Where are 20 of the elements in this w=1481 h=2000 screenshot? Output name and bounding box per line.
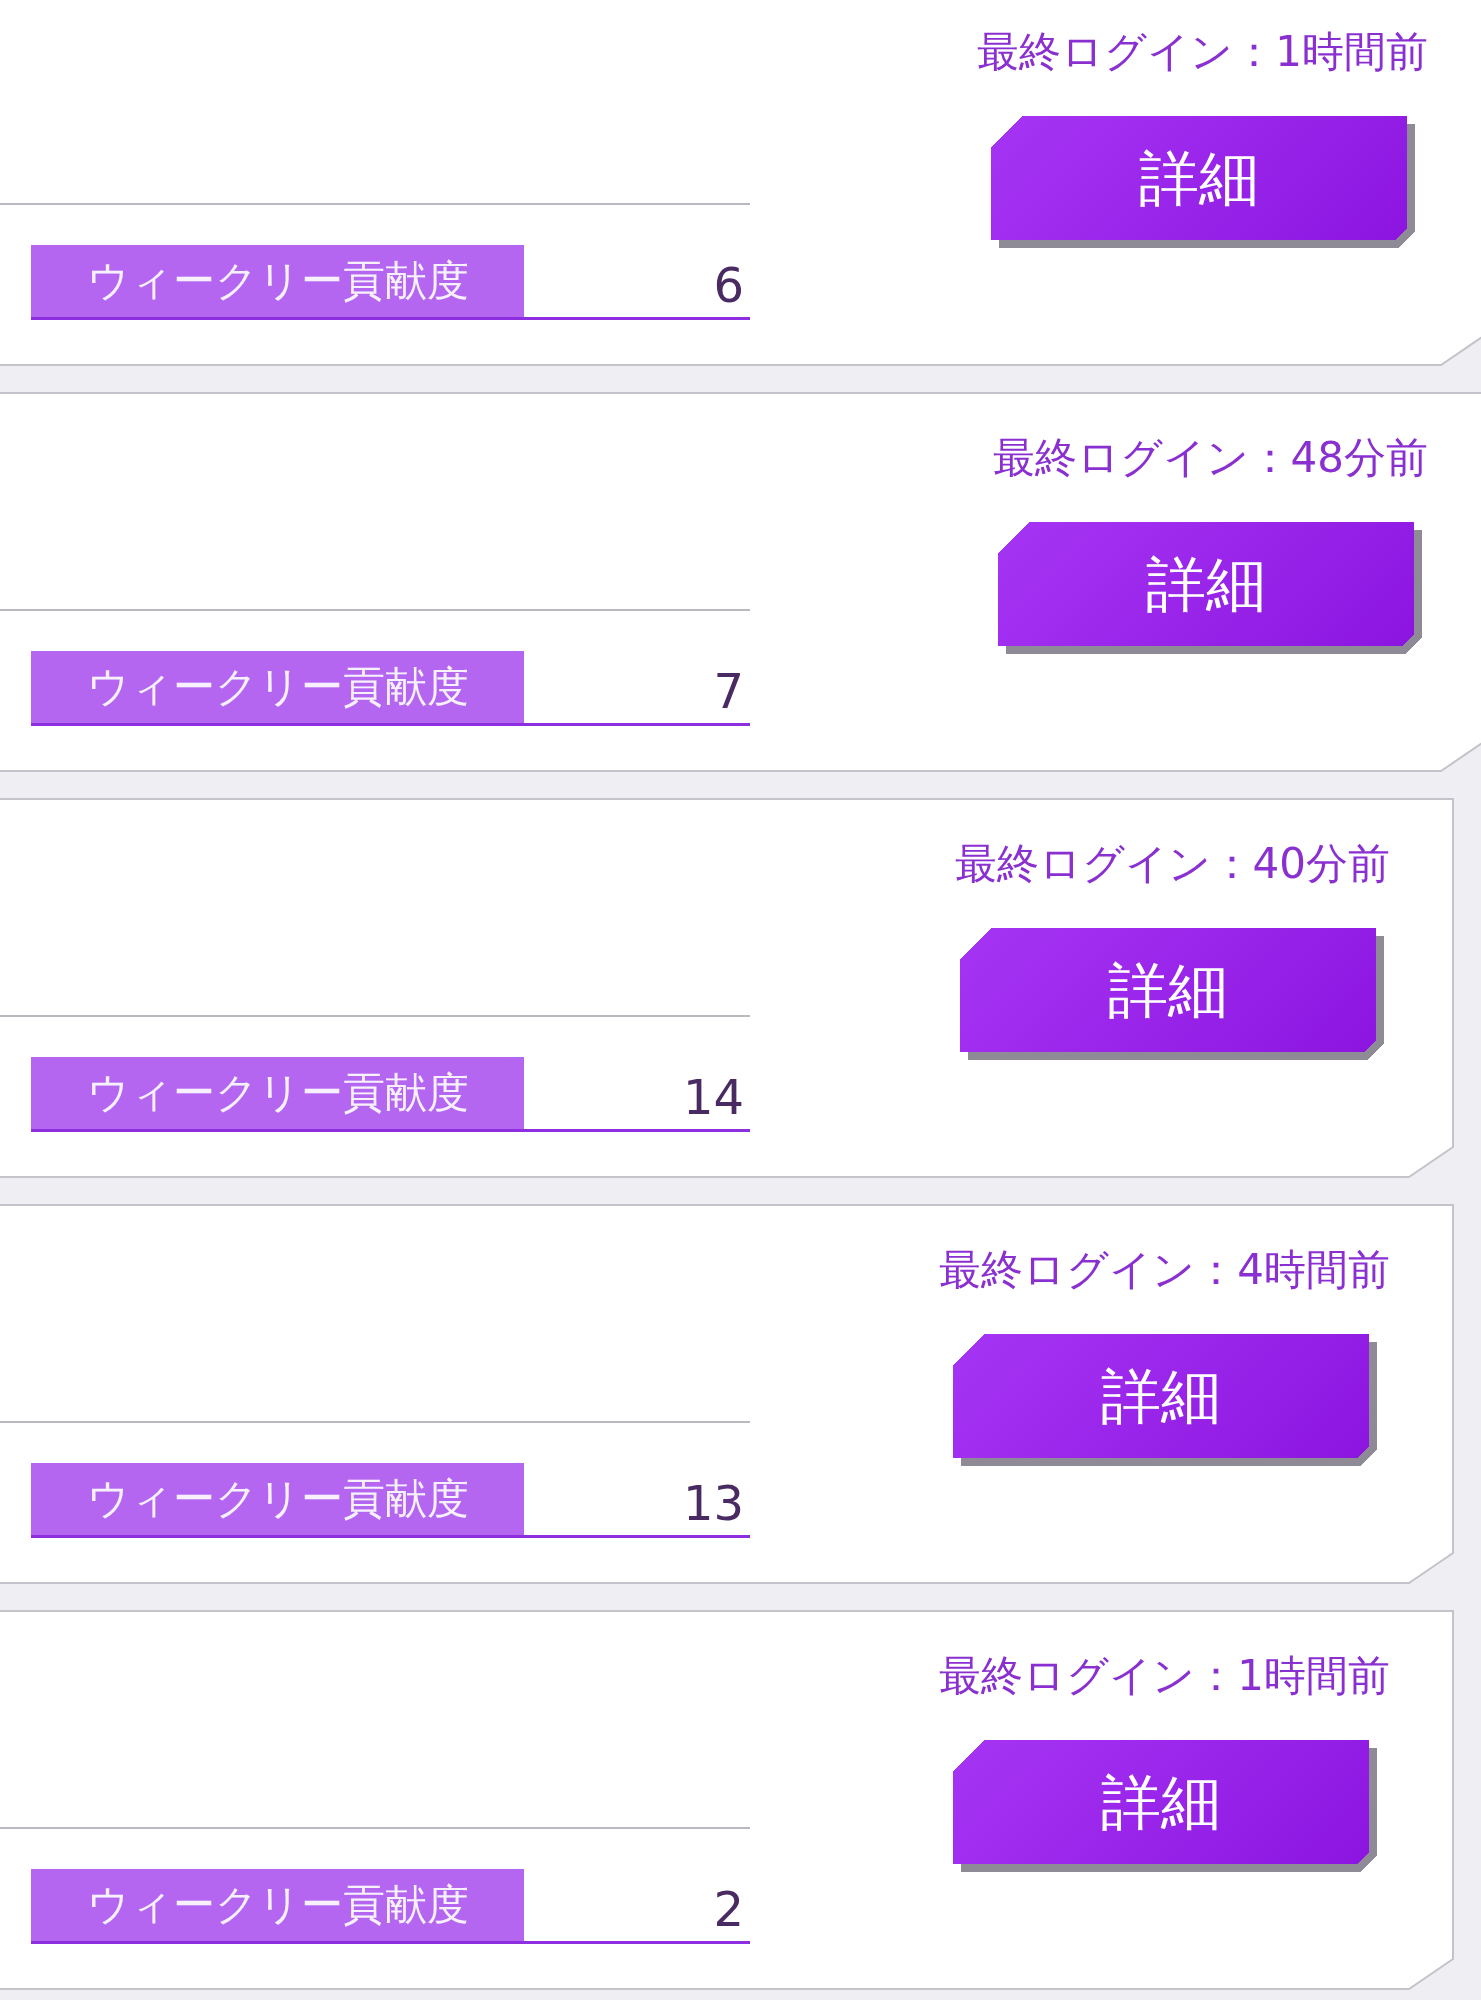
contribution-value: 6 xyxy=(712,261,745,315)
contribution-value: 2 xyxy=(712,1885,745,1939)
contribution-label: ウィークリー貢献度 xyxy=(31,651,524,723)
detail-button[interactable]: 詳細 xyxy=(990,116,1415,248)
last-login-text: 最終ログイン：4時間前 xyxy=(939,1244,1390,1296)
contribution-value: 14 xyxy=(681,1073,745,1127)
last-login-text: 最終ログイン：1時間前 xyxy=(977,26,1428,78)
last-login-text: 最終ログイン：48分前 xyxy=(992,432,1428,484)
contribution-label: ウィークリー貢献度 xyxy=(31,1869,524,1941)
detail-button[interactable]: 詳細 xyxy=(952,1740,1377,1872)
contribution-value: 7 xyxy=(712,667,745,721)
detail-button[interactable]: 詳細 xyxy=(952,1334,1377,1466)
contribution-value: 13 xyxy=(681,1479,745,1533)
contribution-label: ウィークリー貢献度 xyxy=(31,245,524,317)
contribution-label: ウィークリー貢献度 xyxy=(31,1463,524,1535)
detail-button[interactable]: 詳細 xyxy=(960,928,1385,1060)
last-login-text: 最終ログイン：1時間前 xyxy=(939,1650,1390,1702)
detail-button[interactable]: 詳細 xyxy=(998,522,1423,654)
last-login-text: 最終ログイン：40分前 xyxy=(954,838,1390,890)
contribution-label: ウィークリー貢献度 xyxy=(31,1057,524,1129)
